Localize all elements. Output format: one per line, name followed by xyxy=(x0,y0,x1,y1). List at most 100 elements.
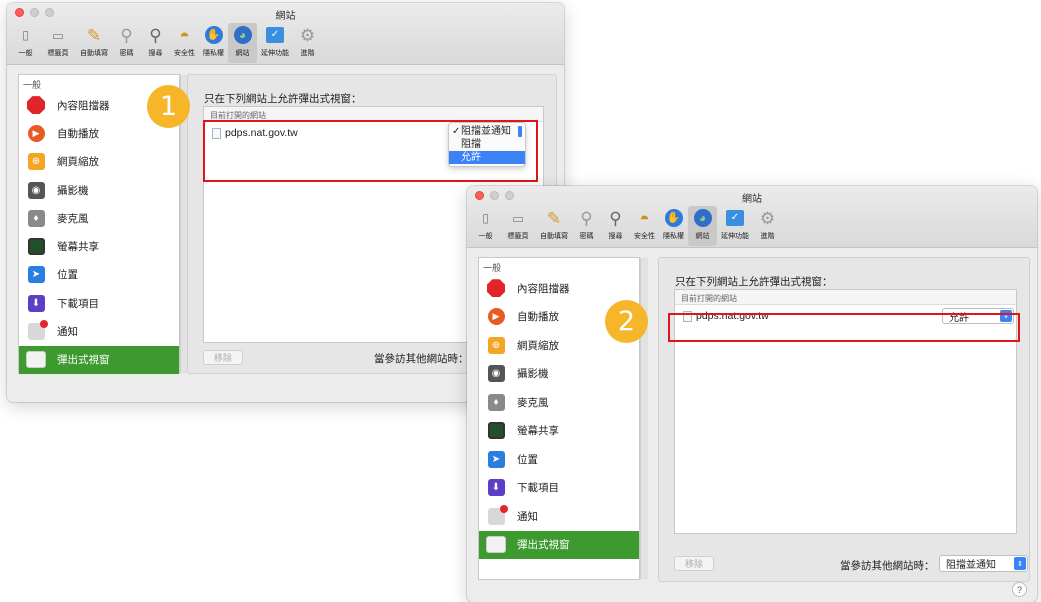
sidebar-item-location[interactable]: ➤ 位置 xyxy=(19,261,179,289)
security-icon: ◓ xyxy=(179,25,190,45)
other-sites-value: 阻擋並通知 xyxy=(946,560,996,571)
tab-tabs[interactable]: ▭ 標籤頁 xyxy=(500,206,536,246)
tab-general[interactable]: ▯ 一般 xyxy=(11,23,40,63)
tab-search[interactable]: ⚲ 搜尋 xyxy=(141,23,170,63)
zoom-icon: ⊕ xyxy=(485,335,507,355)
search-icon: ⚲ xyxy=(149,25,162,45)
sidebar-item-page-zoom[interactable]: ⊕ 網頁縮放 xyxy=(19,148,179,176)
step-badge-1: 1 xyxy=(147,85,190,128)
sidebar-item-downloads[interactable]: ⬇ 下載項目 xyxy=(479,474,639,503)
preferences-toolbar: ▯ 一般 ▭ 標籤頁 ✎ 自動填寫 ⚲ 密碼 ⚲ 搜尋 ◓ 安全性 ✋ 隱私權 ◕ 網站 ✓ 延伸… xyxy=(11,23,322,63)
highlight-box-step1 xyxy=(203,120,538,182)
sidebar-item-downloads[interactable]: ⬇ 下載項目 xyxy=(19,289,179,317)
preferences-window-step2: 網站 ▯ 一般 ▭ 標籤頁 ✎ 自動填寫 ⚲ 密碼 ⚲ 搜尋 ◓ 安全性 ✋ 隱私權 ◕ 網站 … xyxy=(467,186,1037,602)
privacy-hand-icon: ✋ xyxy=(203,24,225,46)
tab-search[interactable]: ⚲ 搜尋 xyxy=(601,206,630,246)
location-arrow-icon: ➤ xyxy=(485,449,507,469)
tab-tabs[interactable]: ▭ 標籤頁 xyxy=(40,23,76,63)
sidebar-item-camera[interactable]: ◉ 攝影機 xyxy=(19,176,179,204)
titlebar: 網站 ▯ 一般 ▭ 標籤頁 ✎ 自動填寫 ⚲ 密碼 ⚲ 搜尋 ◓ 安全性 ✋ 隱私權 ◕ 網站 … xyxy=(7,3,564,65)
zoom-icon: ⊕ xyxy=(25,152,47,172)
extensions-icon: ✓ xyxy=(264,24,286,46)
sidebar-item-camera[interactable]: ◉ 攝影機 xyxy=(479,360,639,389)
privacy-hand-icon: ✋ xyxy=(663,207,685,229)
extensions-icon: ✓ xyxy=(724,207,746,229)
chevron-updown-icon: ⇕ xyxy=(1014,557,1026,570)
sidebar-item-popup-windows[interactable]: 彈出式視窗 xyxy=(479,530,639,559)
download-icon: ⬇ xyxy=(25,293,47,313)
sidebar-item-popup-windows[interactable]: 彈出式視窗 xyxy=(19,345,179,374)
sidebar-item-content-blockers[interactable]: 內容阻擋器 xyxy=(479,274,639,303)
tab-security[interactable]: ◓ 安全性 xyxy=(630,206,659,246)
sidebar-item-location[interactable]: ➤ 位置 xyxy=(479,445,639,474)
remove-button[interactable]: 移除 xyxy=(674,556,715,571)
popup-window-icon xyxy=(25,350,47,370)
screen-share-icon xyxy=(485,421,507,441)
remove-button[interactable]: 移除 xyxy=(203,350,244,365)
tab-extensions[interactable]: ✓ 延伸功能 xyxy=(717,206,753,246)
key-icon: ⚲ xyxy=(120,25,133,45)
general-icon: ▯ xyxy=(482,211,489,225)
sidebar-item-screen-sharing[interactable]: 螢幕共享 xyxy=(479,417,639,446)
gear-icon: ⚙ xyxy=(759,208,776,228)
stop-sign-icon xyxy=(485,278,507,298)
tab-websites[interactable]: ◕ 網站 xyxy=(228,23,257,63)
autofill-icon: ✎ xyxy=(546,208,562,228)
sidebar-item-microphone[interactable]: ♦ 麥克風 xyxy=(19,204,179,232)
titlebar: 網站 ▯ 一般 ▭ 標籤頁 ✎ 自動填寫 ⚲ 密碼 ⚲ 搜尋 ◓ 安全性 ✋ 隱私權 ◕ 網站 … xyxy=(467,186,1037,248)
main-panel: 只在下列網站上允許彈出式視窗： 目前打開的網站 pdps.nat.gov.tw … xyxy=(658,257,1030,582)
download-icon: ⬇ xyxy=(485,478,507,498)
sidebar-item-microphone[interactable]: ♦ 麥克風 xyxy=(479,388,639,417)
tab-passwords[interactable]: ⚲ 密碼 xyxy=(112,23,141,63)
other-sites-label: 當參訪其他網站時： xyxy=(374,353,469,365)
location-arrow-icon: ➤ xyxy=(25,265,47,285)
tab-security[interactable]: ◓ 安全性 xyxy=(170,23,199,63)
window-title: 網站 xyxy=(275,11,296,22)
notification-icon xyxy=(485,504,508,526)
tab-advanced[interactable]: ⚙ 進階 xyxy=(293,23,322,63)
tab-general[interactable]: ▯ 一般 xyxy=(471,206,500,246)
notification-icon xyxy=(25,320,48,342)
stop-sign-icon xyxy=(25,95,47,115)
window-title: 網站 xyxy=(742,194,762,205)
microphone-icon: ♦ xyxy=(485,392,507,412)
tab-autofill[interactable]: ✎ 自動填寫 xyxy=(536,206,572,246)
tab-privacy[interactable]: ✋ 隱私權 xyxy=(659,206,688,246)
tab-passwords[interactable]: ⚲ 密碼 xyxy=(572,206,601,246)
other-sites-popup[interactable]: 阻擋並通知 ⇕ xyxy=(939,555,1028,572)
microphone-icon: ♦ xyxy=(25,208,47,228)
globe-icon: ◕ xyxy=(232,24,254,46)
other-sites-label: 當參訪其他網站時： xyxy=(840,560,935,572)
tab-autofill[interactable]: ✎ 自動填寫 xyxy=(76,23,112,63)
preferences-toolbar: ▯ 一般 ▭ 標籤頁 ✎ 自動填寫 ⚲ 密碼 ⚲ 搜尋 ◓ 安全性 ✋ 隱私權 ◕ 網站 ✓ 延伸… xyxy=(471,206,782,246)
play-icon: ▶ xyxy=(25,123,47,143)
search-icon: ⚲ xyxy=(609,208,622,228)
help-button[interactable]: ? xyxy=(1012,582,1027,597)
list-header: 目前打開的網站 xyxy=(675,290,1016,305)
tab-privacy[interactable]: ✋ 隱私權 xyxy=(199,23,228,63)
screen-share-icon xyxy=(25,237,47,257)
sidebar-header: 一般 xyxy=(483,263,502,273)
camera-icon: ◉ xyxy=(25,180,47,200)
tab-advanced[interactable]: ⚙ 進階 xyxy=(753,206,782,246)
globe-icon: ◕ xyxy=(692,207,714,229)
sidebar-item-screen-sharing[interactable]: 螢幕共享 xyxy=(19,232,179,260)
step-badge-2: 2 xyxy=(605,300,648,343)
tabs-icon: ▭ xyxy=(51,27,65,43)
tabs-icon: ▭ xyxy=(511,210,525,226)
play-icon: ▶ xyxy=(485,307,507,327)
tab-websites[interactable]: ◕ 網站 xyxy=(688,206,717,246)
popup-window-icon xyxy=(485,535,507,555)
highlight-box-step2 xyxy=(668,313,1020,342)
general-icon: ▯ xyxy=(22,28,29,42)
key-icon: ⚲ xyxy=(580,208,593,228)
tab-extensions[interactable]: ✓ 延伸功能 xyxy=(257,23,293,63)
camera-icon: ◉ xyxy=(485,364,507,384)
sidebar-item-notifications[interactable]: 通知 xyxy=(19,317,179,345)
gear-icon: ⚙ xyxy=(299,25,316,45)
security-icon: ◓ xyxy=(639,208,650,228)
sidebar-item-notifications[interactable]: 通知 xyxy=(479,502,639,531)
allow-popups-heading: 只在下列網站上允許彈出式視窗： xyxy=(675,276,833,288)
window-body: 一般 內容阻擋器 ▶ 自動播放 ⊕ 網頁縮放 ◉ 攝影機 ♦ 麥克風 螢幕共享 ➤ 位置 … xyxy=(467,248,1037,602)
autofill-icon: ✎ xyxy=(86,25,102,45)
